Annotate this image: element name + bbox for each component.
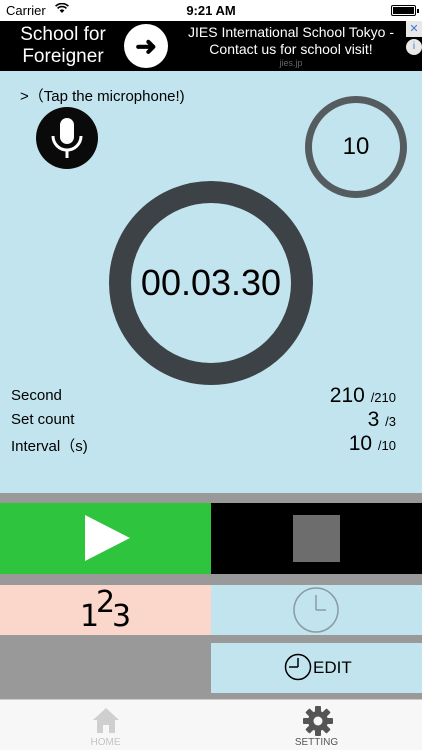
divider [211, 635, 422, 643]
clock-mode-button[interactable] [211, 585, 422, 635]
tab-home[interactable]: HOME [0, 700, 211, 750]
stat-label: Set count [11, 411, 75, 428]
count-digit: 3 [112, 599, 132, 634]
divider [0, 493, 422, 503]
edit-button[interactable]: EDIT [211, 643, 422, 693]
stat-label: Interval（s) [11, 438, 88, 455]
microphone-icon [51, 118, 83, 158]
voice-hint: >（Tap the microphone!) [20, 88, 185, 105]
stat-row-set-count: Set count 3 /3 [0, 408, 422, 432]
empty-panel [0, 635, 211, 693]
tab-setting[interactable]: SETTING [211, 700, 422, 750]
play-icon [85, 515, 130, 561]
tab-label: SETTING [294, 737, 339, 748]
home-icon [93, 708, 119, 733]
stat-row-interval: Interval（s) 10 /10 [0, 432, 422, 456]
status-bar: Carrier 9:21 AM [0, 0, 422, 21]
tab-label: HOME [90, 737, 121, 748]
stat-label: Second [11, 387, 62, 404]
ad-right-text: JIES International School Tokyo - Contac… [188, 24, 394, 57]
play-button[interactable] [0, 503, 211, 574]
stat-value: 3 /3 [367, 408, 396, 431]
divider [0, 574, 422, 585]
stat-value: 210 /210 [329, 384, 396, 407]
ad-left-text: School for Foreigner [20, 24, 106, 67]
stat-row-second: Second 210 /210 [0, 384, 422, 408]
edit-label: EDIT [313, 658, 352, 677]
rep-counter-value: 10 [342, 133, 370, 160]
battery-icon [391, 5, 419, 16]
stop-icon [293, 515, 340, 562]
stop-button[interactable] [211, 503, 422, 574]
clock-time: 9:21 AM [186, 3, 236, 18]
ad-banner[interactable]: School for Foreigner ➜ JIES Internationa… [0, 21, 422, 71]
ad-domain: jies.jp [279, 58, 303, 68]
count-mode-button[interactable]: 1 2 3 [0, 585, 211, 635]
microphone-button[interactable] [36, 107, 98, 169]
rep-counter-ring: 10 [305, 96, 407, 198]
timer-panel: >（Tap the microphone!) 10 00.03.30 Secon… [0, 71, 422, 493]
clock-icon [293, 587, 339, 633]
timer-ring: 00.03.30 [109, 181, 313, 385]
arrow-right-icon[interactable]: ➜ [124, 24, 168, 68]
ad-close-icon[interactable]: ✕ [406, 21, 422, 37]
ad-info-icon[interactable]: i [406, 39, 422, 55]
stat-value: 10 /10 [348, 432, 396, 455]
timer-display: 00.03.30 [140, 262, 282, 303]
gear-icon [303, 706, 333, 736]
tab-bar: HOME SETTING [0, 699, 422, 750]
clock-edit-icon [284, 653, 312, 681]
